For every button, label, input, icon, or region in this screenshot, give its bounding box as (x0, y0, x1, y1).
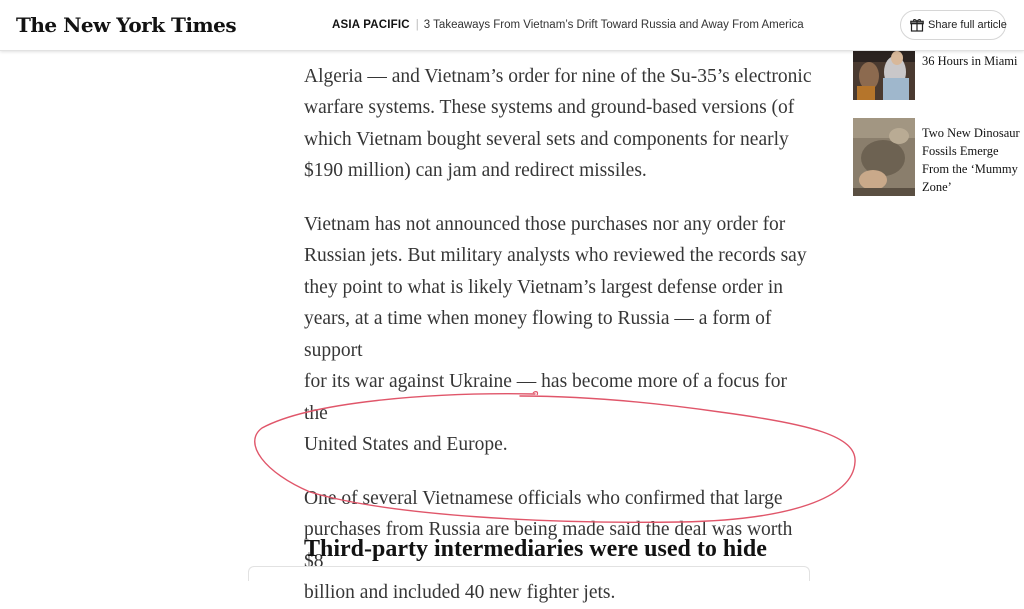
article-paragraph: Vietnam has not announced those purchase… (304, 209, 814, 461)
nyt-logo[interactable]: The New York Times (16, 13, 237, 37)
header-headline: ASIA PACIFIC | 3 Takeaways From Vietnam’s … (332, 19, 804, 31)
share-full-article-button[interactable]: Share full article (900, 10, 1007, 40)
article-body: . Algeria — and Vietnam’s order for nine… (304, 50, 814, 609)
text-line: for its war against Ukraine — has become… (304, 371, 787, 424)
section-subhead: Third-party intermediaries were used to … (304, 536, 767, 562)
separator: | (415, 19, 419, 31)
text-line: billion and included 40 new fighter jets… (304, 582, 616, 603)
text-line: United States and Europe. (304, 434, 508, 455)
section-label[interactable]: ASIA PACIFIC (332, 19, 410, 31)
article-title: 3 Takeaways From Vietnam’s Drift Toward … (423, 19, 804, 31)
share-label: Share full article (928, 19, 1007, 31)
text-line: years, at a time when money flowing to R… (304, 308, 772, 361)
text-line: which Vietnam bought several sets and co… (304, 128, 789, 150)
text-line: Algeria — and Vietnam’s order for nine o… (304, 65, 812, 87)
text-line: they point to what is likely Vietnam’s l… (304, 276, 784, 298)
thumbnail-image[interactable] (853, 48, 915, 100)
sidebar-item[interactable]: 36 Hours in Miami (853, 48, 1023, 128)
text-line: One of several Vietnamese officials who … (304, 487, 783, 509)
top-bar: The New York Times ASIA PACIFIC | 3 Takeaw… (0, 0, 1024, 51)
sidebar-item-title[interactable]: Two New Dinosaur Fossils Emerge From the… (922, 124, 1022, 196)
thumbnail-image[interactable] (853, 118, 915, 196)
text-line: Russian jets. But military analysts who … (304, 245, 807, 266)
bottom-toolbar (248, 566, 810, 581)
text-line: $190 million) can jam and redirect missi… (304, 160, 647, 181)
text-line: Vietnam has not announced those purchase… (304, 213, 786, 235)
text-line: warfare systems. These systems and groun… (304, 97, 795, 118)
sidebar-item-title[interactable]: 36 Hours in Miami (922, 52, 1022, 70)
sidebar-item[interactable]: Two New Dinosaur Fossils Emerge From the… (853, 118, 1023, 198)
gift-icon (910, 18, 924, 32)
article-paragraph: . Algeria — and Vietnam’s order for nine… (304, 29, 814, 187)
